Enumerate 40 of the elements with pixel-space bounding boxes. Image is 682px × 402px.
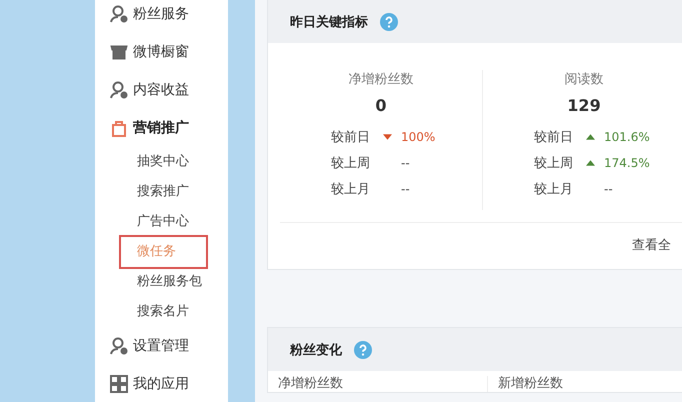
comparison-label: 较上周 xyxy=(534,155,574,172)
help-icon[interactable] xyxy=(380,12,398,30)
submenu-item[interactable]: 广告中心 xyxy=(95,207,228,237)
sidebar-item[interactable]: 粉丝服务 xyxy=(95,0,228,33)
comparison-value: -- xyxy=(604,182,613,196)
metric-label: 净增粉丝数 xyxy=(348,71,414,89)
comparison-label: 较上月 xyxy=(534,181,574,198)
up-triangle-icon xyxy=(586,134,595,140)
sidebar-item[interactable]: 微博橱窗 xyxy=(95,33,228,71)
sidebar-item[interactable]: 我的应用 xyxy=(95,365,228,402)
comparison-label: 较上周 xyxy=(331,155,371,172)
card-title: 昨日关键指标 xyxy=(290,14,368,30)
comparison-value: 101.6% xyxy=(604,130,650,144)
submenu-item[interactable]: 粉丝服务包 xyxy=(95,267,228,297)
comparison-value: 100% xyxy=(401,130,436,144)
column-heading: 净增粉丝数 xyxy=(278,376,343,391)
comparison-value: -- xyxy=(401,156,410,170)
sidebar-item[interactable]: 内容收益 xyxy=(95,71,228,109)
grid-icon xyxy=(109,374,129,394)
comparison-label: 较前日 xyxy=(331,129,371,146)
submenu-item[interactable]: 搜索名片 xyxy=(95,297,228,327)
help-icon[interactable] xyxy=(354,340,372,358)
sidebar-item[interactable]: 设置管理 xyxy=(95,327,228,365)
bag-icon xyxy=(109,118,129,138)
metric-value: 0 xyxy=(375,96,387,117)
person-icon xyxy=(109,80,129,100)
metric-value: 129 xyxy=(567,96,601,117)
card-title: 粉丝变化 xyxy=(290,342,342,358)
submenu-item[interactable]: 搜索推广 xyxy=(95,177,228,207)
submenu-item[interactable]: 抽奖中心 xyxy=(95,147,228,177)
comparison-label: 较上月 xyxy=(331,181,371,198)
comparison-label: 较前日 xyxy=(534,129,574,146)
view-all-link[interactable]: 查看全 xyxy=(632,236,671,254)
down-triangle-icon xyxy=(383,134,392,140)
comparison-value: 174.5% xyxy=(604,156,650,170)
sidebar-item[interactable]: 营销推广 xyxy=(95,109,228,147)
up-triangle-icon xyxy=(586,160,595,166)
metric-label: 阅读数 xyxy=(564,71,604,89)
column-heading: 新增粉丝数 xyxy=(498,376,564,391)
comparison-value: -- xyxy=(401,182,410,196)
